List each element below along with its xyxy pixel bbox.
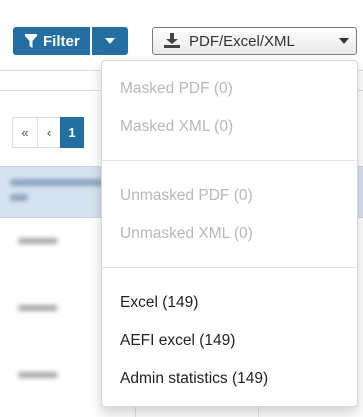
menu-item-aefi-excel[interactable]: AEFI excel (149)	[120, 331, 235, 351]
menu-item-unmasked-pdf: Unmasked PDF (0)	[120, 187, 253, 204]
download-icon	[163, 33, 181, 49]
export-dropdown-button[interactable]: PDF/Excel/XML	[152, 27, 357, 55]
menu-divider	[102, 160, 357, 161]
filter-button-label: Filter	[43, 32, 80, 50]
menu-item-excel[interactable]: Excel (149)	[120, 293, 198, 313]
export-dropdown-menu: Masked PDF (0) Masked XML (0) Unmasked P…	[101, 60, 358, 407]
pagination-first[interactable]: «	[12, 117, 38, 148]
filter-button-group: Filter	[13, 27, 128, 55]
pagination-page-current[interactable]: 1	[60, 117, 84, 148]
table-cell	[18, 372, 58, 378]
filter-options-toggle[interactable]	[91, 27, 128, 55]
funnel-icon	[25, 33, 37, 49]
pagination-prev[interactable]: ‹	[37, 117, 61, 148]
caret-down-icon	[104, 38, 115, 44]
caret-down-icon	[339, 38, 349, 44]
column-header	[10, 194, 28, 201]
column-header	[10, 179, 105, 186]
filter-button[interactable]: Filter	[13, 27, 90, 55]
menu-item-unmasked-xml: Unmasked XML (0)	[120, 225, 253, 242]
menu-item-admin-statistics[interactable]: Admin statistics (149)	[120, 369, 268, 389]
table-cell	[18, 238, 58, 244]
table-cell	[18, 305, 58, 311]
menu-item-masked-xml: Masked XML (0)	[120, 118, 234, 135]
menu-item-masked-pdf: Masked PDF (0)	[120, 80, 233, 97]
pagination: « ‹ 1	[12, 117, 84, 148]
menu-divider	[102, 267, 357, 268]
export-button-label: PDF/Excel/XML	[189, 32, 295, 50]
